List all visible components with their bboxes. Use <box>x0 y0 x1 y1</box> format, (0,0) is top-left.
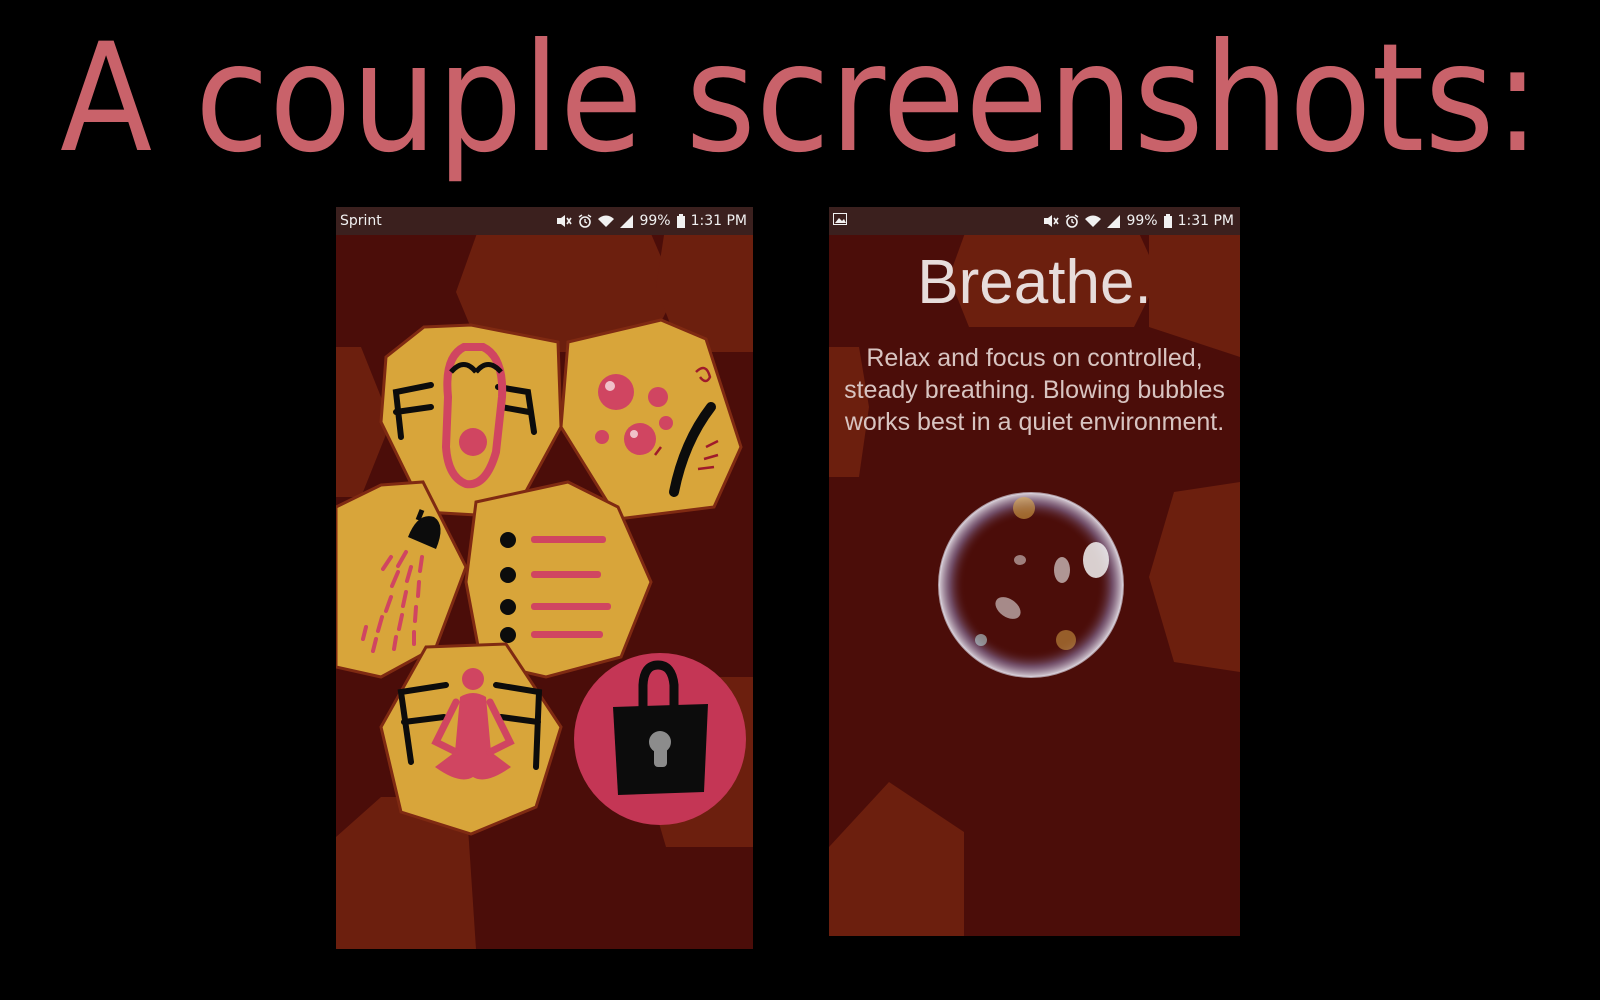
clock-time: 1:31 PM <box>690 213 747 229</box>
mute-icon <box>557 215 573 227</box>
banner: A couple screenshots: <box>60 12 1540 186</box>
image-notification-icon <box>833 213 847 225</box>
battery-icon <box>1163 214 1172 228</box>
mute-icon <box>1044 215 1060 227</box>
status-bar: Sprint 99% 1:31 PM <box>336 207 753 235</box>
menu-tile-bubbles[interactable] <box>559 318 743 521</box>
menu-tile-locked[interactable] <box>574 653 746 825</box>
menu-grid <box>336 318 746 836</box>
carrier-label: Sprint <box>340 213 382 229</box>
battery-icon <box>676 214 685 228</box>
wifi-icon <box>598 215 615 227</box>
banner-title: A couple screenshots: <box>60 12 1540 186</box>
phone-screenshot-breathe: 99% 1:31 PM Breathe. Relax and focus on … <box>829 207 1240 936</box>
battery-percent: 99% <box>1126 213 1158 229</box>
alarm-icon <box>579 214 592 228</box>
alarm-icon <box>1066 214 1079 228</box>
signal-icon <box>1107 214 1121 228</box>
phone-screenshot-menu: Sprint 99% 1:31 PM <box>336 207 753 949</box>
wifi-icon <box>1085 215 1102 227</box>
battery-percent: 99% <box>639 213 671 229</box>
clock-time: 1:31 PM <box>1177 213 1234 229</box>
breathe-title: Breathe. <box>917 248 1152 317</box>
signal-icon <box>620 214 634 228</box>
breathe-instructions: Relax and focus on controlled, steady br… <box>844 344 1225 436</box>
status-bar: 99% 1:31 PM <box>829 207 1240 235</box>
bubble-icon[interactable] <box>936 490 1126 680</box>
